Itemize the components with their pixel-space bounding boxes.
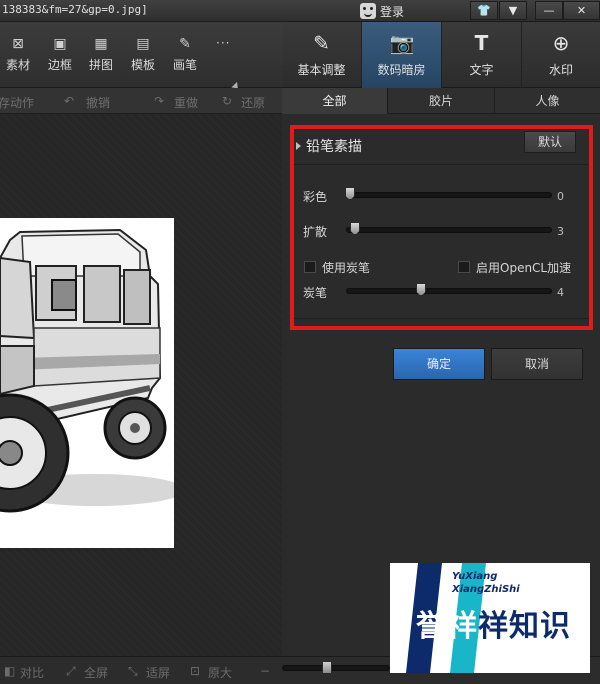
tool-label: 模板 — [130, 58, 155, 72]
user-face-icon — [360, 3, 376, 19]
restore-icon[interactable]: ↻ — [222, 94, 232, 108]
fit-screen-button[interactable]: 适屏 — [146, 664, 170, 681]
tool-label: 画笔 — [172, 58, 197, 72]
menu-button[interactable]: ▼ — [499, 1, 527, 20]
text-icon: T — [474, 31, 489, 55]
cancel-button[interactable]: 取消 — [491, 348, 583, 380]
fit-screen-icon[interactable]: ⤡ — [128, 664, 138, 679]
original-size-icon[interactable]: ⊡ — [190, 664, 200, 678]
brush-icon: ✎ — [179, 36, 191, 52]
zoom-slider[interactable] — [282, 665, 390, 671]
redo-button[interactable]: 重做 — [174, 94, 198, 111]
logo-en-line1: YuXiang — [452, 571, 498, 582]
menu-icon: ▼ — [508, 4, 518, 17]
tool-label: 拼图 — [88, 58, 113, 72]
grid-icon: ▦ — [94, 36, 108, 52]
logo-cn-text: 誉祥祥知识 — [416, 601, 571, 645]
mode-label: 数码暗房 — [377, 63, 426, 77]
tool-frame[interactable]: ▣ 边框 — [42, 36, 78, 73]
edit-icon: ✎ — [313, 31, 330, 55]
shirt-icon: 👕 — [477, 4, 491, 17]
zoom-slider-thumb[interactable] — [322, 661, 332, 674]
mode-label: 水印 — [548, 63, 573, 77]
minimize-icon: — — [543, 4, 555, 17]
tab-portrait[interactable]: 人像 — [495, 88, 600, 114]
watermark-icon: ⊕ — [552, 31, 570, 55]
section-divider — [294, 318, 589, 319]
highlight-box — [290, 125, 593, 330]
compare-icon[interactable]: ◧ — [4, 664, 15, 678]
zoom-out-icon[interactable]: − — [260, 664, 270, 678]
mode-text[interactable]: T 文字 — [442, 22, 522, 88]
image-canvas[interactable] — [0, 114, 282, 656]
template-icon: ▤ — [136, 36, 150, 52]
mode-watermark[interactable]: ⊕ 水印 — [522, 22, 600, 88]
mode-tabs: ✎ 基本调整 📷 数码暗房 T 文字 ⊕ 水印 — [282, 22, 600, 88]
hummer-sketch-image — [0, 218, 174, 548]
more-tools-button[interactable]: ··· — [216, 36, 230, 50]
compare-button[interactable]: 对比 — [20, 664, 44, 681]
title-bar: 138383&fm=27&gp=0.jpg] 登录 👕 ▼ — ✕ — [0, 0, 600, 22]
fullscreen-button[interactable]: 全屏 — [84, 664, 108, 681]
ok-button[interactable]: 确定 — [393, 348, 485, 380]
mode-digital-darkroom[interactable]: 📷 数码暗房 — [362, 22, 442, 88]
login-button[interactable]: 登录 — [360, 2, 404, 20]
undo-icon[interactable]: ↶ — [64, 94, 74, 108]
mode-label: 文字 — [469, 63, 494, 77]
tool-label: 素材 — [5, 58, 30, 72]
window-title: 138383&fm=27&gp=0.jpg] — [2, 3, 148, 16]
tab-film[interactable]: 胶片 — [388, 88, 495, 114]
frame-icon: ▣ — [53, 36, 67, 52]
tool-collage[interactable]: ▦ 拼图 — [83, 36, 119, 73]
restore-button[interactable]: 还原 — [241, 94, 265, 111]
action-bar: 保存动作 ↶ 撤销 ↷ 重做 ↻ 还原 — [0, 88, 282, 114]
tool-template[interactable]: ▤ 模板 — [125, 36, 161, 73]
fullscreen-icon[interactable]: ⤢ — [66, 664, 76, 679]
close-icon: ✕ — [576, 4, 587, 17]
mode-label: 基本调整 — [297, 63, 346, 77]
tab-all[interactable]: 全部 — [282, 88, 388, 114]
login-label: 登录 — [380, 4, 405, 19]
minimize-button[interactable]: — — [535, 1, 563, 20]
close-button[interactable]: ✕ — [563, 1, 600, 20]
save-action-button[interactable]: 保存动作 — [0, 94, 34, 111]
tool-brush[interactable]: ✎ 画笔 — [167, 36, 203, 73]
photo-preview — [0, 218, 174, 548]
edit-toolbar: ⊠ 素材 ▣ 边框 ▦ 拼图 ▤ 模板 ✎ 画笔 ··· — [0, 22, 282, 92]
logo-en-line2: XiangZhiShi — [452, 584, 520, 595]
redo-icon[interactable]: ↷ — [154, 94, 164, 108]
logo-cn-part2: 祥知识 — [478, 609, 571, 644]
original-size-button[interactable]: 原大 — [208, 664, 232, 681]
undo-button[interactable]: 撤销 — [86, 94, 110, 111]
camera-icon: 📷 — [389, 31, 415, 55]
tool-label: 边框 — [47, 58, 72, 72]
tool-material[interactable]: ⊠ 素材 — [0, 36, 36, 73]
watermark-logo: YuXiang XiangZhiShi 誉祥祥知识 — [390, 563, 590, 673]
star-icon: ⊠ — [12, 36, 24, 52]
filter-category-tabs: 全部 胶片 人像 — [282, 88, 600, 114]
skin-button[interactable]: 👕 — [470, 1, 498, 20]
logo-cn-part1: 誉祥 — [416, 609, 478, 644]
mode-basic-adjust[interactable]: ✎ 基本调整 — [282, 22, 362, 88]
